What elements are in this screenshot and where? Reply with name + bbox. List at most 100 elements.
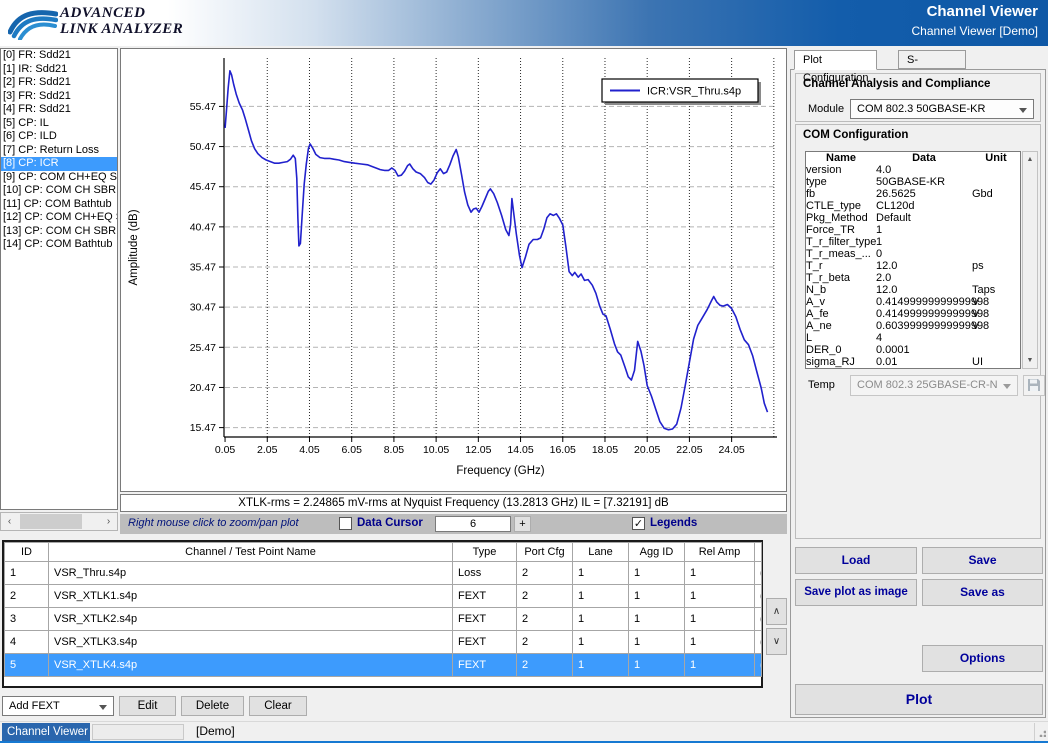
com-table-cell[interactable]: 12.0	[876, 260, 972, 272]
trace-list-item[interactable]: [4] FR: Sdd21	[1, 103, 117, 117]
com-table-cell[interactable]: V	[972, 320, 1020, 332]
trace-list-item[interactable]: [14] CP: COM Bathtub	[1, 238, 117, 252]
com-table-cell[interactable]: Taps	[972, 284, 1020, 296]
com-table-cell[interactable]: 0.01	[876, 356, 972, 368]
table-cell[interactable]: FEXT	[453, 608, 517, 631]
table-cell[interactable]: 2	[517, 608, 573, 631]
move-row-down-button[interactable]: ∨	[766, 628, 787, 655]
edit-button[interactable]: Edit	[119, 696, 176, 716]
move-row-up-button[interactable]: ∧	[766, 598, 787, 625]
com-table-cell[interactable]: CL120d	[876, 200, 972, 212]
com-table-cell[interactable]	[972, 344, 1020, 356]
com-table-cell[interactable]: 0.0001	[876, 344, 972, 356]
com-table-cell[interactable]: sigma_RJ	[806, 356, 876, 368]
table-cell[interactable]: 1	[629, 654, 685, 677]
com-table-row[interactable]: N_b12.0Taps	[806, 284, 1020, 296]
load-button[interactable]: Load	[795, 547, 917, 574]
com-table-cell[interactable]: A_v	[806, 296, 876, 308]
com-table-cell[interactable]: N_b	[806, 284, 876, 296]
com-table-cell[interactable]	[972, 236, 1020, 248]
table-cell[interactable]: VSR_XTLK1.s4p	[49, 585, 453, 608]
com-table-cell[interactable]: Default	[876, 212, 972, 224]
com-table-cell[interactable]	[972, 176, 1020, 188]
table-cell[interactable]: VSR_XTLK3.s4p	[49, 631, 453, 654]
trace-list-item[interactable]: [9] CP: COM CH+EQ SBR	[1, 171, 117, 185]
com-config-table[interactable]: NameDataUnitversion4.0type50GBASE-KRfb26…	[805, 151, 1021, 369]
table-row[interactable]: 3VSR_XTLK2.s4pFEXT2111((	[5, 608, 762, 631]
save-temp-button[interactable]	[1023, 375, 1045, 396]
temp-dropdown[interactable]: COM 802.3 25GBASE-CR-N	[850, 375, 1018, 396]
trace-list-item[interactable]: [12] CP: COM CH+EQ SBR	[1, 211, 117, 225]
table-cell[interactable]: FEXT	[453, 654, 517, 677]
com-table-cell[interactable]: A_fe	[806, 308, 876, 320]
table-cell[interactable]: 5	[5, 654, 49, 677]
com-table-row[interactable]: A_fe0.41499999999999998V	[806, 308, 1020, 320]
com-table-cell[interactable]: Gbd	[972, 188, 1020, 200]
com-table-row[interactable]: T_r_filter_type1	[806, 236, 1020, 248]
table-cell[interactable]: 3	[5, 608, 49, 631]
com-table-cell[interactable]: T_r_beta	[806, 272, 876, 284]
com-table-row[interactable]: A_v0.41499999999999998V	[806, 296, 1020, 308]
com-table-cell[interactable]: DER_0	[806, 344, 876, 356]
com-table-row[interactable]: Pkg_MethodDefault	[806, 212, 1020, 224]
table-cell[interactable]: ((	[755, 585, 762, 608]
com-table-cell[interactable]: 2.0	[876, 272, 972, 284]
table-cell[interactable]: 2	[517, 562, 573, 585]
com-table-cell[interactable]: 1	[876, 236, 972, 248]
com-table-row[interactable]: sigma_RJ0.01UI	[806, 356, 1020, 368]
options-button[interactable]: Options	[922, 645, 1043, 672]
table-cell[interactable]: ((	[755, 608, 762, 631]
com-table-row[interactable]: fb26.5625Gbd	[806, 188, 1020, 200]
table-cell[interactable]: 4	[5, 631, 49, 654]
com-table-cell[interactable]	[972, 224, 1020, 236]
table-cell[interactable]: 1	[629, 562, 685, 585]
table-cell[interactable]: 2	[517, 585, 573, 608]
com-table-cell[interactable]: fb	[806, 188, 876, 200]
com-table-cell[interactable]: 4.0	[876, 164, 972, 176]
scroll-right-icon[interactable]: ›	[100, 513, 117, 530]
plot-button[interactable]: Plot	[795, 684, 1043, 715]
com-table-cell[interactable]: 12.0	[876, 284, 972, 296]
trace-list-item[interactable]: [3] FR: Sdd21	[1, 90, 117, 104]
com-table-cell[interactable]	[972, 212, 1020, 224]
com-table-row[interactable]: Force_TR1	[806, 224, 1020, 236]
com-table-row[interactable]: T_r_meas_...0	[806, 248, 1020, 260]
com-table-cell[interactable]: Pkg_Method	[806, 212, 876, 224]
table-cell[interactable]: 1	[5, 562, 49, 585]
com-table-cell[interactable]: Force_TR	[806, 224, 876, 236]
table-cell[interactable]: VSR_Thru.s4p	[49, 562, 453, 585]
scroll-left-icon[interactable]: ‹	[1, 513, 18, 530]
table-cell[interactable]: ((	[755, 654, 762, 677]
trace-list-item[interactable]: [11] CP: COM Bathtub	[1, 198, 117, 212]
com-table-cell[interactable]	[972, 332, 1020, 344]
com-table-scrollbar[interactable]: ▲ ▼	[1022, 151, 1038, 369]
plot-canvas[interactable]: 15.4720.4725.4730.4735.4740.4745.4750.47…	[120, 48, 787, 492]
table-cell[interactable]: Loss	[453, 562, 517, 585]
hscroll-thumb[interactable]	[20, 514, 82, 529]
com-table-cell[interactable]	[972, 164, 1020, 176]
com-table-cell[interactable]: CTLE_type	[806, 200, 876, 212]
table-cell[interactable]: FEXT	[453, 585, 517, 608]
com-table-row[interactable]: type50GBASE-KR	[806, 176, 1020, 188]
com-table-cell[interactable]: T_r_filter_type	[806, 236, 876, 248]
com-table-cell[interactable]: 0.41499999999999998	[876, 296, 972, 308]
com-table-cell[interactable]: type	[806, 176, 876, 188]
table-cell[interactable]: 1	[573, 631, 629, 654]
table-row[interactable]: 5VSR_XTLK4.s4pFEXT2111((	[5, 654, 762, 677]
tab-s-parameter-mode[interactable]: S-parameter Mode	[898, 50, 966, 69]
table-row[interactable]: 4VSR_XTLK3.s4pFEXT2111((	[5, 631, 762, 654]
table-cell[interactable]: 1	[685, 585, 755, 608]
com-table-cell[interactable]: V	[972, 296, 1020, 308]
com-table-cell[interactable]: UI	[972, 356, 1020, 368]
table-cell[interactable]: FEXT	[453, 631, 517, 654]
table-cell[interactable]: 1	[629, 585, 685, 608]
trace-list[interactable]: [0] FR: Sdd21[1] IR: Sdd21[2] FR: Sdd21[…	[0, 48, 118, 510]
save-button[interactable]: Save	[922, 547, 1043, 574]
com-table-cell[interactable]: V	[972, 308, 1020, 320]
scroll-up-icon[interactable]: ▲	[1023, 152, 1037, 167]
table-row[interactable]: 2VSR_XTLK1.s4pFEXT2111((	[5, 585, 762, 608]
trace-list-item[interactable]: [7] CP: Return Loss	[1, 144, 117, 158]
com-table-cell[interactable]: A_ne	[806, 320, 876, 332]
save-plot-as-image-button[interactable]: Save plot as image	[795, 579, 917, 606]
table-cell[interactable]: 2	[517, 654, 573, 677]
